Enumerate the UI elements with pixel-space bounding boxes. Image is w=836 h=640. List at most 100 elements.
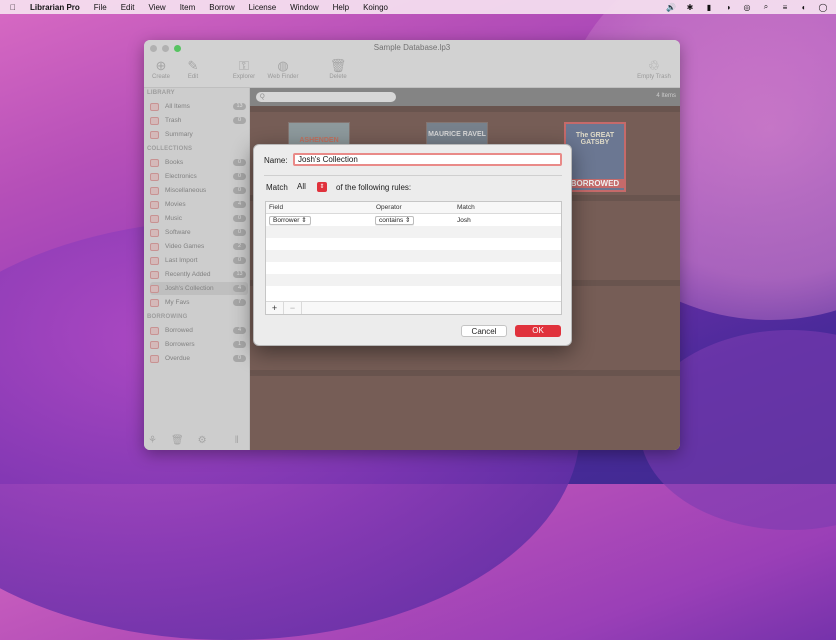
web-finder-button[interactable]: ◍ Web Finder — [263, 58, 303, 80]
rules-table: Field Operator Match Borrower ⇕ contains… — [265, 201, 562, 315]
sidebar-item-borrowed[interactable]: Borrowed 4 — [150, 324, 248, 337]
table-row-empty — [266, 274, 561, 286]
window-title: Sample Database.lp3 — [373, 43, 451, 52]
sidebar-item-software[interactable]: Software 0 — [150, 226, 248, 239]
borrowed-badge: BORROWED — [566, 179, 624, 188]
apple-icon[interactable]:  — [10, 3, 16, 12]
menu-item[interactable]: Item — [180, 3, 196, 12]
explorer-icon: ⚿ — [239, 58, 249, 73]
cancel-button[interactable]: Cancel — [461, 325, 507, 337]
table-row-empty — [266, 238, 561, 250]
remove-rule-button[interactable]: − — [284, 302, 302, 314]
add-icon[interactable]: ⚘ — [148, 435, 157, 446]
chevron-updown-icon: ⇕ — [405, 217, 411, 224]
delete-button[interactable]: 🗑 Delete — [318, 58, 358, 80]
menu-window[interactable]: Window — [290, 3, 318, 12]
table-row-empty — [266, 262, 561, 274]
sidebar-item-my-favs[interactable]: My Favs 7 — [150, 296, 248, 309]
menu-help[interactable]: Help — [333, 3, 349, 12]
sidebar-item-borrowers[interactable]: Borrowers 1 — [150, 338, 248, 351]
sidebar-item-miscellaneous[interactable]: Miscellaneous 0 — [150, 184, 248, 197]
sidebar-item-all-items[interactable]: All Items 13 — [150, 100, 248, 113]
all-items-icon — [150, 102, 159, 111]
divider — [264, 175, 562, 176]
sidebar-item-recently-added[interactable]: Recently Added 13 — [150, 268, 248, 281]
movie-icon — [150, 200, 159, 209]
volume-icon[interactable]: 🔊 — [666, 3, 676, 12]
menu-borrow[interactable]: Borrow — [209, 3, 234, 12]
search-input[interactable]: Q — [256, 92, 396, 102]
edit-button[interactable]: ✎ Edit — [173, 58, 213, 80]
shelf-top — [250, 106, 680, 112]
name-label: Name: — [264, 156, 288, 165]
menu-view[interactable]: View — [148, 3, 165, 12]
menu-edit[interactable]: Edit — [121, 3, 135, 12]
sidebar-item-books[interactable]: Books 0 — [150, 156, 248, 169]
count-badge: 0 — [233, 173, 246, 180]
summary-icon — [150, 130, 159, 139]
count-badge: 0 — [233, 355, 246, 362]
table-row-empty — [266, 286, 561, 298]
overdue-icon — [150, 354, 159, 363]
shelf-3 — [250, 370, 680, 376]
chevron-updown-icon: ⇕ — [301, 217, 307, 224]
book-cover-great-gatsby[interactable]: The GREAT GATSBY BORROWED — [564, 122, 626, 192]
match-popup[interactable]: All ⇕ — [295, 182, 329, 193]
table-row-empty — [266, 226, 561, 238]
count-badge: 0 — [233, 215, 246, 222]
items-count: 4 Items — [656, 93, 676, 99]
sidebar: LIBRARY All Items 13 Trash 0 Summary COLLE… — [144, 88, 250, 450]
menu-app[interactable]: Librarian Pro — [30, 3, 80, 12]
wifi-icon[interactable]: ◑ — [723, 3, 733, 12]
siri-icon[interactable]: ◐ — [799, 3, 809, 12]
sidebar-item-electronics[interactable]: Electronics 0 — [150, 170, 248, 183]
count-badge: 0 — [233, 257, 246, 264]
sidebar-item-joshs-collection[interactable]: Josh's Collection 4 — [150, 282, 248, 295]
spotlight-icon[interactable]: ⌕ — [761, 2, 771, 12]
empty-trash-icon: ♲ — [648, 58, 660, 73]
column-header-match: Match — [457, 204, 475, 211]
explorer-button[interactable]: ⚿ Explorer — [224, 58, 264, 80]
recent-icon — [150, 270, 159, 279]
table-row[interactable]: Borrower ⇕ contains ⇕ Josh — [266, 214, 561, 226]
bluetooth-icon[interactable]: ✱ — [685, 3, 695, 12]
sidebar-item-video-games[interactable]: Video Games 2 — [150, 240, 248, 253]
smart-collection-icon — [150, 284, 159, 293]
sidebar-item-overdue[interactable]: Overdue 0 — [150, 352, 248, 365]
add-rule-button[interactable]: + — [266, 302, 284, 314]
gear-icon[interactable]: ⚙ — [198, 435, 207, 446]
ok-button[interactable]: OK — [515, 325, 561, 337]
sidebar-item-movies[interactable]: Movies 4 — [150, 198, 248, 211]
notification-icon[interactable]: ◯ — [818, 3, 828, 12]
count-badge: 0 — [233, 117, 246, 124]
sidebar-item-last-import[interactable]: Last Import 0 — [150, 254, 248, 267]
sidebar-item-trash[interactable]: Trash 0 — [150, 114, 248, 127]
trash-icon — [150, 116, 159, 125]
battery-icon[interactable]: ▮ — [704, 3, 714, 12]
control-center-icon[interactable]: ≡ — [780, 3, 790, 12]
menu-license[interactable]: License — [249, 3, 277, 12]
count-badge: 4 — [233, 327, 246, 334]
count-badge: 7 — [233, 299, 246, 306]
match-value: All — [297, 182, 306, 191]
resize-handle-icon[interactable]: ‖ — [235, 435, 239, 446]
sidebar-item-summary[interactable]: Summary — [150, 128, 248, 141]
gamepad-icon — [150, 242, 159, 251]
globe-icon: ◍ — [277, 58, 289, 73]
trash-icon: 🗑 — [329, 58, 347, 73]
misc-icon — [150, 186, 159, 195]
menu-koingo[interactable]: Koingo — [363, 3, 388, 12]
empty-trash-button[interactable]: ♲ Empty Trash — [634, 58, 674, 80]
field-popup[interactable]: Borrower ⇕ — [269, 216, 311, 225]
trash-icon[interactable]: 🗑 — [171, 435, 184, 446]
count-badge: 0 — [233, 229, 246, 236]
match-value-field[interactable]: Josh — [457, 217, 471, 224]
name-field[interactable]: Josh's Collection — [293, 153, 562, 166]
electronics-icon — [150, 172, 159, 181]
menu-file[interactable]: File — [94, 3, 107, 12]
rules-table-header: Field Operator Match — [266, 202, 561, 214]
smart-collection-dialog: Name: Josh's Collection Match All ⇕ of t… — [253, 144, 572, 346]
operator-popup[interactable]: contains ⇕ — [375, 216, 415, 225]
user-icon[interactable]: ◎ — [742, 3, 752, 12]
sidebar-item-music[interactable]: Music 0 — [150, 212, 248, 225]
